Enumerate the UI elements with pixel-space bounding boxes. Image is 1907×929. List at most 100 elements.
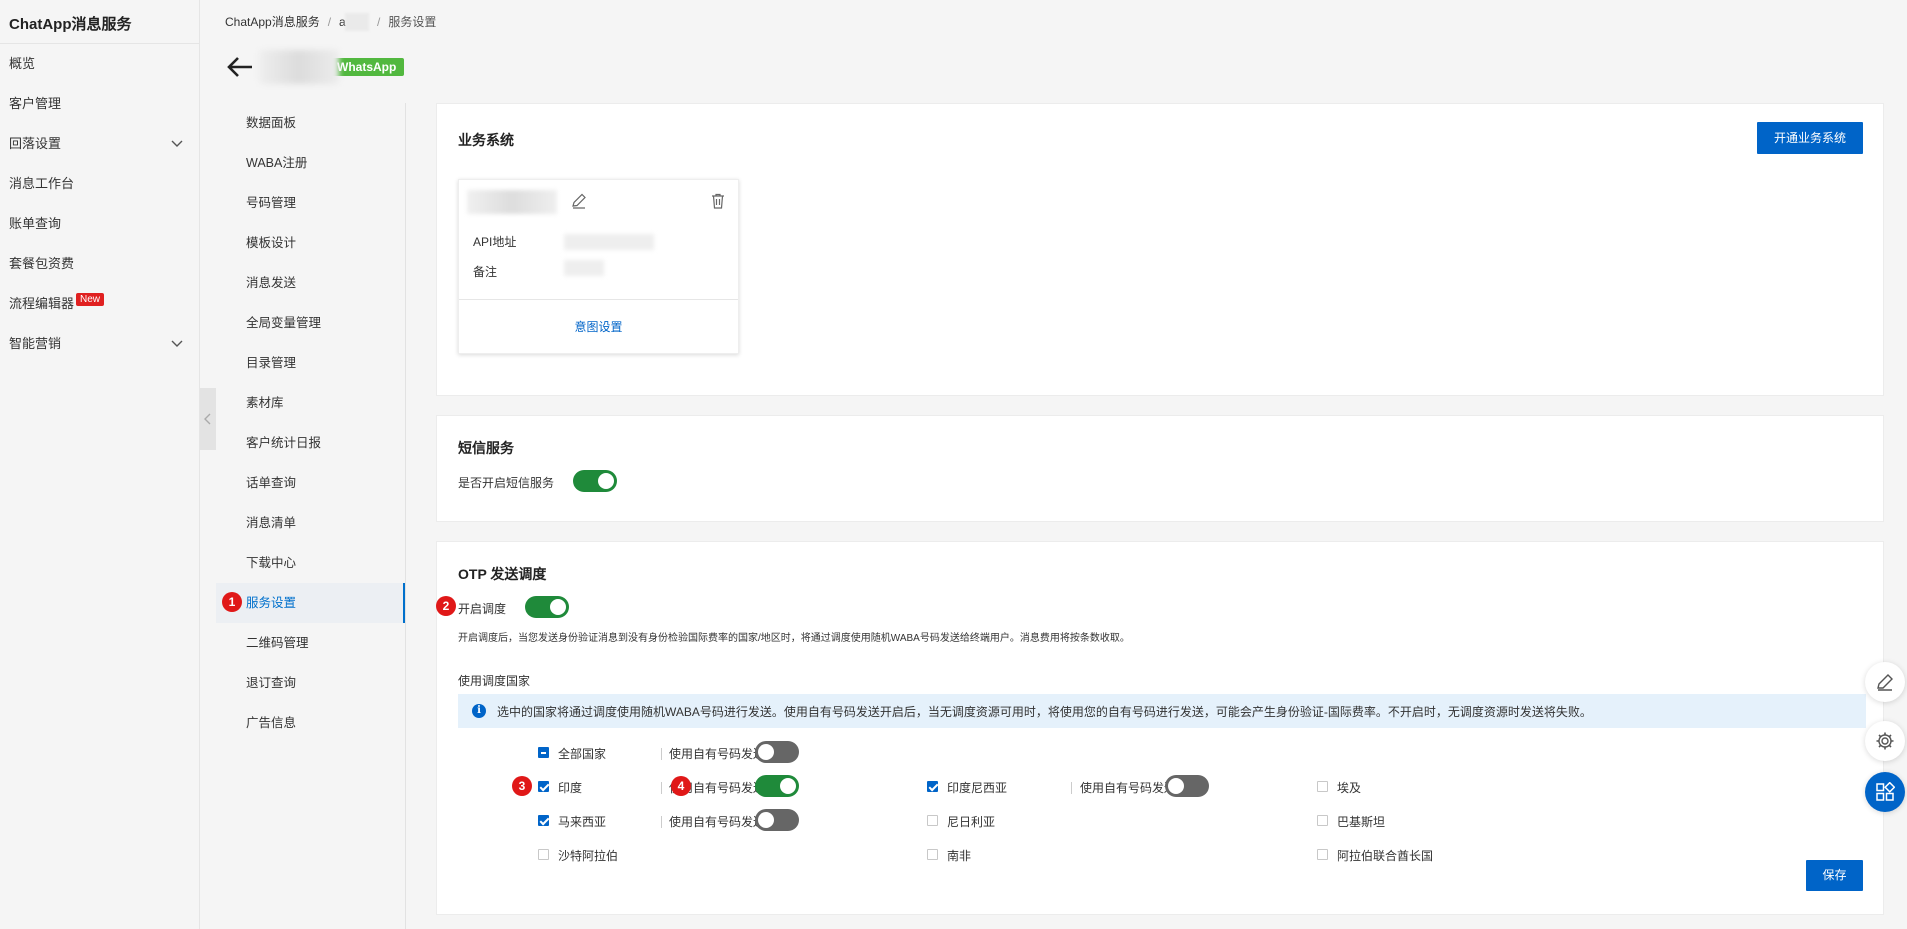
menu-item-ads[interactable]: 广告信息 <box>216 703 405 743</box>
toggle-knob <box>550 599 566 615</box>
float-settings-button[interactable] <box>1865 721 1905 761</box>
menu-item-daily-report[interactable]: 客户统计日报 <box>216 423 405 463</box>
nav-item-label: 流程编辑器 <box>9 296 75 311</box>
apps-icon <box>1876 782 1895 801</box>
countries-label: 使用调度国家 <box>458 674 531 688</box>
nav-item-marketing[interactable]: 智能营销 <box>0 324 199 364</box>
nav-item-customers[interactable]: 客户管理 <box>0 84 199 124</box>
card-title: OTP 发送调度 <box>458 566 547 582</box>
toggle-knob <box>598 473 614 489</box>
nav-item-label: 账单查询 <box>9 216 62 231</box>
nav-item-fallback[interactable]: 回落设置 <box>0 124 199 164</box>
malaysia-own-number-toggle[interactable] <box>755 809 799 831</box>
float-edit-button[interactable] <box>1865 662 1905 702</box>
own-number-label: 使用自有号码发送 <box>669 815 766 829</box>
menu-item-variables[interactable]: 全局变量管理 <box>216 303 405 343</box>
country-uae-checkbox[interactable] <box>1317 849 1328 860</box>
breadcrumb-root[interactable]: ChatApp消息服务 <box>225 13 320 30</box>
own-number-label: 使用自有号码发送 <box>669 747 766 761</box>
divider <box>661 816 662 828</box>
divider <box>1071 782 1072 794</box>
menu-item-cdr[interactable]: 话单查询 <box>216 463 405 503</box>
edit-icon[interactable] <box>570 192 588 210</box>
country-label: 印度 <box>558 781 583 795</box>
trash-icon[interactable] <box>709 192 727 210</box>
menu-item-numbers[interactable]: 号码管理 <box>216 183 405 223</box>
country-pakistan-checkbox[interactable] <box>1317 815 1328 826</box>
toggle-knob <box>758 812 774 828</box>
step-marker-1: 1 <box>222 592 242 612</box>
card-title: 短信服务 <box>458 440 514 456</box>
toggle-knob <box>758 744 774 760</box>
note-label: 备注 <box>473 265 498 279</box>
nav-item-workbench[interactable]: 消息工作台 <box>0 164 199 204</box>
menu-item-send[interactable]: 消息发送 <box>216 263 405 303</box>
menu-item-downloads[interactable]: 下载中心 <box>216 543 405 583</box>
info-text: 选中的国家将通过调度使用随机WABA号码进行发送。使用自有号码发送开启后，当无调… <box>497 705 1592 719</box>
menu-item-qrcode[interactable]: 二维码管理 <box>216 623 405 663</box>
api-address-label: API地址 <box>473 235 517 249</box>
gear-icon <box>1876 732 1894 750</box>
system-name-blurred <box>467 190 557 214</box>
breadcrumb-separator: / <box>327 14 332 29</box>
float-apps-button[interactable] <box>1865 772 1905 812</box>
sms-service-toggle[interactable] <box>573 470 617 492</box>
intent-settings-link[interactable]: 意图设置 <box>459 318 738 335</box>
menu-item-waba-register[interactable]: WABA注册 <box>216 143 405 183</box>
country-egypt-checkbox[interactable] <box>1317 781 1328 792</box>
nav-item-overview[interactable]: 概览 <box>0 44 199 84</box>
inner-menu: 数据面板 WABA注册 号码管理 模板设计 消息发送 全局变量管理 目录管理 素… <box>216 103 406 929</box>
menu-item-service-settings[interactable]: 服务设置 <box>216 583 405 623</box>
toggle-knob <box>780 778 796 794</box>
nav-item-label: 回落设置 <box>9 136 62 151</box>
country-saudi-arabia-checkbox[interactable] <box>538 849 549 860</box>
country-label: 巴基斯坦 <box>1337 815 1386 829</box>
nav-item-label: 套餐包资费 <box>9 256 75 271</box>
country-malaysia-checkbox[interactable] <box>538 815 549 826</box>
step-marker-3: 3 <box>512 776 532 796</box>
business-system-item: API地址 备注 意图设置 <box>458 179 739 354</box>
country-indonesia-checkbox[interactable] <box>927 781 938 792</box>
api-address-blurred <box>564 234 654 250</box>
menu-item-templates[interactable]: 模板设计 <box>216 223 405 263</box>
country-label: 尼日利亚 <box>947 815 996 829</box>
toggle-knob <box>1168 778 1184 794</box>
sidebar-collapse-handle[interactable] <box>200 388 216 450</box>
country-nigeria-checkbox[interactable] <box>927 815 938 826</box>
info-icon: i <box>472 704 486 718</box>
breadcrumb-current: 服务设置 <box>388 15 437 29</box>
nav-item-flow-editor[interactable]: 流程编辑器 New <box>0 284 199 324</box>
nav-item-label: 客户管理 <box>9 96 62 111</box>
nav-item-billing[interactable]: 账单查询 <box>0 204 199 244</box>
note-blurred <box>564 260 604 276</box>
divider <box>661 782 662 794</box>
india-own-number-toggle[interactable] <box>755 775 799 797</box>
indonesia-own-number-toggle[interactable] <box>1165 775 1209 797</box>
menu-item-assets[interactable]: 素材库 <box>216 383 405 423</box>
chevron-left-icon <box>204 413 211 425</box>
enable-dispatch-toggle[interactable] <box>525 596 569 618</box>
menu-item-catalog[interactable]: 目录管理 <box>216 343 405 383</box>
divider <box>459 299 738 300</box>
country-india-checkbox[interactable] <box>538 781 549 792</box>
business-system-card: 业务系统 开通业务系统 API地址 备注 意图设置 <box>436 103 1884 396</box>
app-title: ChatApp消息服务 <box>0 0 199 44</box>
nav-item-label: 概览 <box>9 56 36 71</box>
country-south-africa-checkbox[interactable] <box>927 849 938 860</box>
nav-item-label: 消息工作台 <box>9 176 75 191</box>
save-button[interactable]: 保存 <box>1806 860 1863 891</box>
enable-dispatch-label: 开启调度 <box>458 602 507 616</box>
nav-item-packages[interactable]: 套餐包资费 <box>0 244 199 284</box>
breadcrumb-middle[interactable]: a <box>339 12 370 31</box>
country-label: 沙特阿拉伯 <box>558 849 619 863</box>
menu-item-unsubscribe[interactable]: 退订查询 <box>216 663 405 703</box>
menu-item-dashboard[interactable]: 数据面板 <box>216 103 405 143</box>
all-countries-checkbox[interactable] <box>538 747 549 758</box>
card-title: 业务系统 <box>458 132 514 148</box>
divider <box>661 748 662 760</box>
all-countries-own-number-toggle[interactable] <box>755 741 799 763</box>
country-label: 埃及 <box>1337 781 1362 795</box>
menu-item-message-list[interactable]: 消息清单 <box>216 503 405 543</box>
back-arrow-icon[interactable] <box>225 55 255 79</box>
open-business-system-button[interactable]: 开通业务系统 <box>1757 122 1863 154</box>
